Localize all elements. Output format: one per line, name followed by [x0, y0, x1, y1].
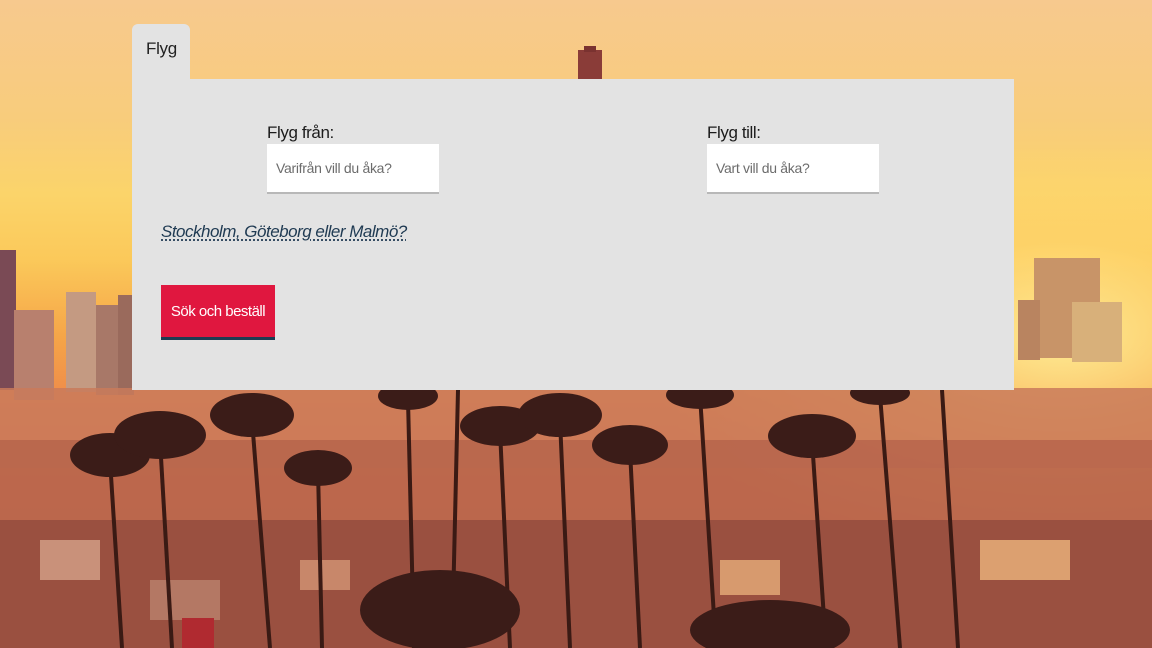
to-field-group: Flyg till: [707, 122, 879, 194]
to-label: Flyg till: [707, 123, 761, 142]
departure-city-link[interactable]: Stockholm, Göteborg eller Malmö? [161, 222, 407, 242]
tab-flyg[interactable]: Flyg [132, 24, 190, 80]
from-label: Flyg från: [267, 123, 334, 142]
from-field-group: Flyg från: [267, 122, 439, 194]
flight-search-widget: Flyg Flyg från: Flyg till: Stockholm, Gö… [132, 24, 1014, 390]
search-panel: Flyg från: Flyg till: Stockholm, Götebor… [132, 79, 1014, 390]
tab-label: Flyg [146, 39, 177, 58]
search-and-book-button[interactable]: Sök och beställ [161, 285, 275, 340]
from-input[interactable] [267, 144, 439, 194]
to-input[interactable] [707, 144, 879, 194]
